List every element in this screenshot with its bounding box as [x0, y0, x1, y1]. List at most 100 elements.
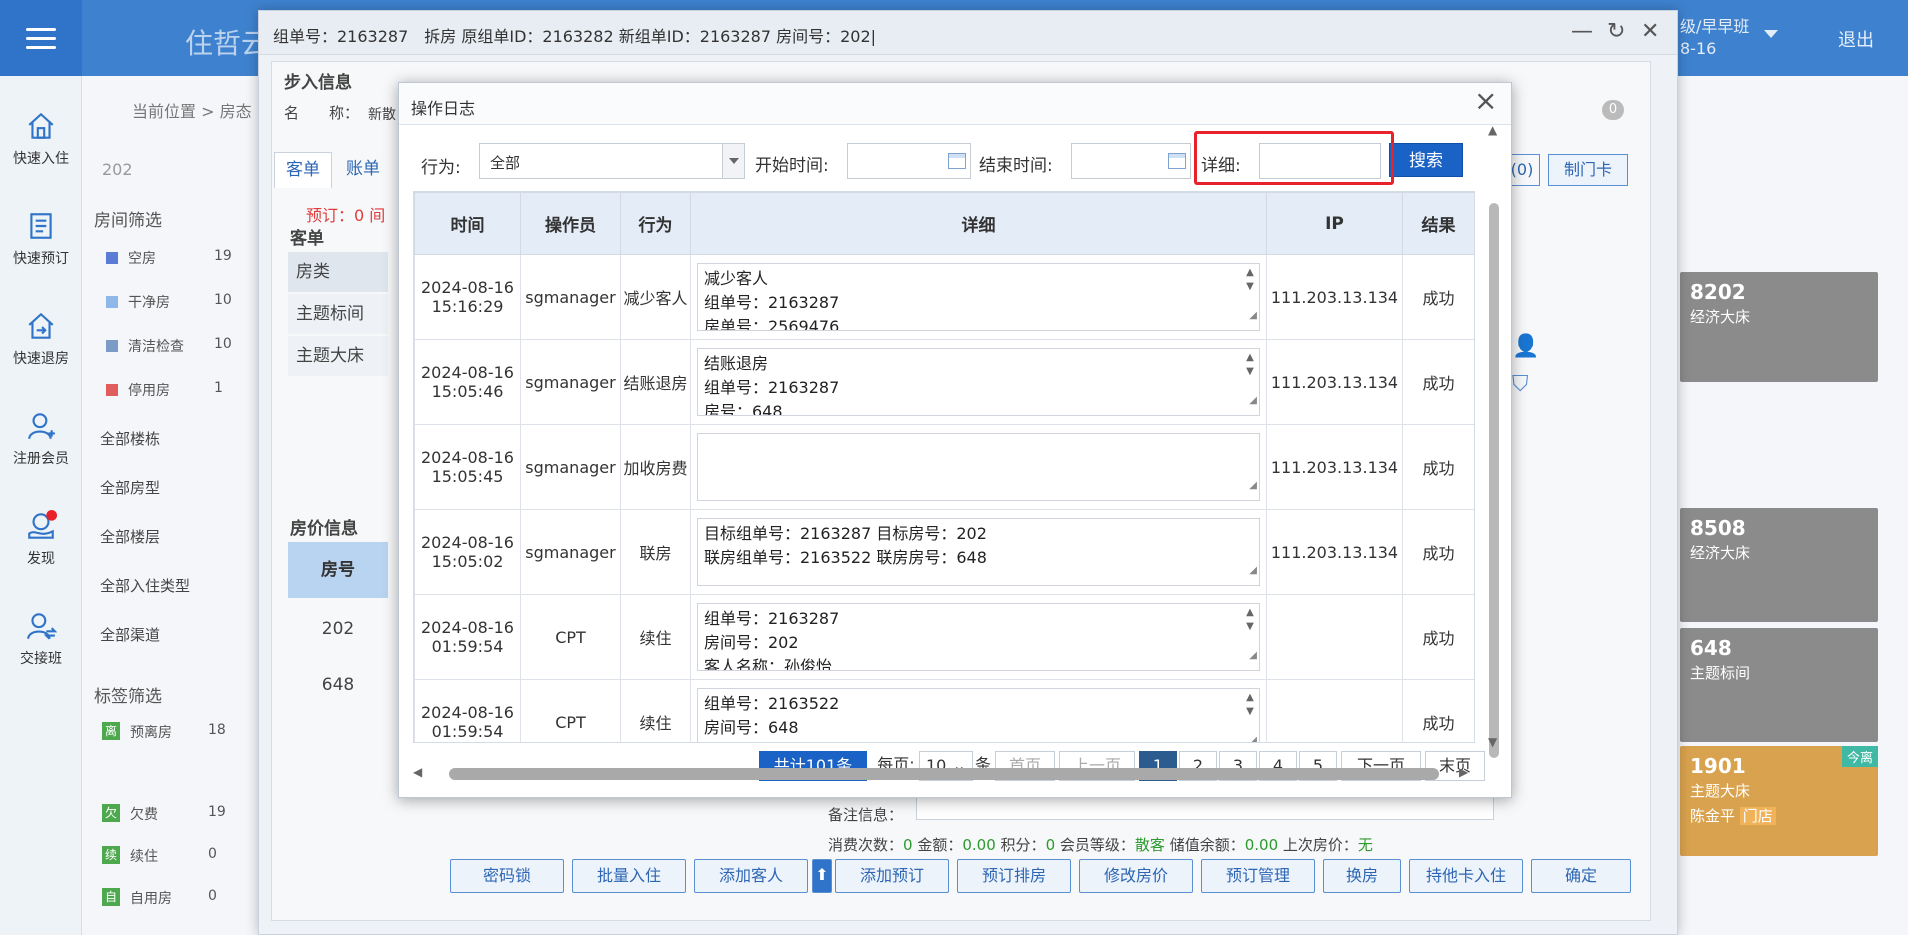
action-button[interactable]: 预订管理	[1201, 859, 1315, 893]
resize-grip-icon[interactable]: ◢	[1249, 304, 1257, 328]
start-time-input[interactable]	[847, 143, 971, 179]
chevron-down-icon[interactable]	[1764, 30, 1778, 38]
room-type-item[interactable]: 主题大床	[288, 336, 388, 376]
restore-icon[interactable]: ↻	[1607, 19, 1625, 44]
filter-dropdown[interactable]: 全部入住类型	[100, 575, 190, 596]
sidebar-item-5[interactable]: 发现	[0, 486, 82, 586]
resize-grip-icon[interactable]: ◢	[1249, 559, 1257, 583]
modal-close-icon[interactable]: ×	[1474, 87, 1497, 115]
arrow-up-icon[interactable]: ⬆	[812, 859, 832, 893]
detail-line: 目标组单号：2163287 目标房号：202	[704, 524, 987, 543]
sidebar-item-2[interactable]: 快速预订	[0, 186, 82, 286]
action-button[interactable]: 批量入住	[572, 859, 686, 893]
scroll-up-icon[interactable]: ▲	[1488, 123, 1497, 137]
make-card-button[interactable]: 制门卡	[1548, 154, 1628, 186]
room-card[interactable]: 648 主题标间	[1680, 628, 1878, 742]
detail-textarea[interactable]: 减少客人 组单号：2163287 房单号：2569476 ▲ ▼ ◢	[697, 263, 1260, 331]
breadcrumb: 当前位置 > 房态	[132, 102, 252, 121]
filter-label[interactable]: 停用房	[128, 380, 170, 400]
price-room-number[interactable]: 202	[288, 602, 388, 656]
user-shift-info[interactable]: 级/早早班 8-16	[1680, 16, 1749, 60]
room-type-item[interactable]: 主题标间	[288, 294, 388, 334]
action-button[interactable]: 添加客人	[694, 859, 808, 893]
row-date: 2024-08-16	[421, 618, 514, 637]
filter-dropdown[interactable]: 全部楼层	[100, 526, 160, 547]
filter-dropdown[interactable]: 全部房型	[100, 477, 160, 498]
shield-icon[interactable]: ⛉	[1512, 372, 1529, 397]
action-button[interactable]: 确定	[1531, 859, 1631, 893]
filter-label[interactable]: 空房	[128, 248, 156, 268]
row-result: 成功	[1402, 254, 1474, 340]
search-button[interactable]: 搜索	[1389, 143, 1463, 177]
modal-title: 操作日志	[411, 99, 476, 118]
scroll-right-icon[interactable]: ▶	[1459, 765, 1468, 779]
room-card[interactable]: 8508 经济大床	[1680, 508, 1878, 622]
detail-textarea[interactable]: 组单号：2163287 房间号：202 客人名称：孙俊怡 ▲ ▼ ◢	[697, 603, 1260, 671]
scroll-left-icon[interactable]: ◀	[413, 765, 422, 779]
tab-bill[interactable]: 账单	[334, 152, 392, 188]
resize-grip-icon[interactable]: ◢	[1249, 729, 1257, 742]
row-operator: CPT	[520, 594, 621, 680]
action-button[interactable]: 持他卡入住	[1409, 859, 1523, 893]
sidebar-item-3[interactable]: 快速退房	[0, 286, 82, 386]
row-date: 2024-08-16	[421, 278, 514, 297]
column-header: 行为	[620, 192, 691, 255]
price-room-number[interactable]: 648	[288, 658, 388, 712]
room-search-input[interactable]: 202	[102, 160, 133, 179]
tag-mark: 续	[102, 846, 120, 864]
calendar-icon[interactable]	[948, 153, 966, 169]
action-button[interactable]: 换房	[1323, 859, 1401, 893]
vertical-scroll-thumb[interactable]	[1489, 203, 1499, 758]
table-row: 2024-08-16 15:05:46 sgmanager 结账退房 结账退房 组单号：2…	[414, 339, 1474, 425]
room-type-item[interactable]: 房类	[288, 252, 388, 292]
horizontal-scrollbar[interactable]: ◀ ▶	[413, 765, 1473, 781]
resize-grip-icon[interactable]: ◢	[1249, 644, 1257, 668]
action-button[interactable]: 密码锁	[450, 859, 564, 893]
user-date: 8-16	[1680, 39, 1717, 58]
detail-textarea[interactable]: 组单号：2163522房间号：648客人名称：石中天▲▼◢	[697, 688, 1260, 742]
action-button[interactable]: 添加预订	[835, 859, 949, 893]
tab-guest[interactable]: 客单	[274, 152, 332, 188]
detail-line: 减少客人	[704, 269, 769, 288]
detail-textarea[interactable]: 结账退房 组单号：2163287 房号：648 ▲ ▼ ◢	[697, 348, 1260, 416]
tag-label[interactable]: 自用房	[130, 888, 172, 908]
app-logo-text: 住哲云	[185, 27, 270, 60]
remark-label: 备注信息：	[828, 806, 904, 824]
menu-toggle-button[interactable]	[0, 0, 82, 76]
logout-button[interactable]: 退出	[1838, 26, 1874, 52]
room-card[interactable]: 1901 主题大床 陈金平 门店 今离	[1680, 746, 1878, 856]
row-result: 成功	[1402, 594, 1474, 680]
sidebar-item-4[interactable]: 注册会员	[0, 386, 82, 486]
room-number: 648	[1690, 636, 1732, 660]
resize-grip-icon[interactable]: ◢	[1249, 474, 1257, 498]
resize-grip-icon[interactable]: ◢	[1249, 389, 1257, 413]
chevron-down-icon[interactable]	[722, 144, 744, 178]
room-card[interactable]: 8202 经济大床	[1680, 272, 1878, 382]
detail-textarea[interactable]: 目标组单号：2163287 目标房号：202 联房组单号：2163522 联房房号…	[697, 518, 1260, 586]
sidebar-item-1[interactable]: 快速入住	[0, 86, 82, 186]
tag-label[interactable]: 预离房	[130, 722, 172, 742]
scroll-down-icon[interactable]: ▼	[1488, 735, 1497, 749]
end-time-input[interactable]	[1071, 143, 1191, 179]
tag-label[interactable]: 续住	[130, 846, 158, 866]
sidebar-item-6[interactable]: 交接班	[0, 586, 82, 686]
filter-dropdown[interactable]: 全部渠道	[100, 624, 160, 645]
row-time: 2024-08-16 01:59:54	[414, 594, 521, 680]
filter-label[interactable]: 干净房	[128, 292, 170, 312]
action-select[interactable]: 全部	[479, 143, 745, 179]
tag-label[interactable]: 欠费	[130, 804, 158, 824]
action-button[interactable]: 预订排房	[957, 859, 1071, 893]
filter-label[interactable]: 清洁检查	[128, 336, 184, 356]
calendar-icon[interactable]	[1168, 153, 1186, 169]
minimize-icon[interactable]: —	[1571, 19, 1593, 44]
detail-line: 结账退房	[704, 354, 769, 373]
filter-dropdown[interactable]: 全部楼栋	[100, 428, 160, 449]
horizontal-scroll-thumb[interactable]	[449, 768, 1439, 780]
close-icon[interactable]: ✕	[1641, 19, 1659, 44]
detail-textarea[interactable]: ◢	[697, 433, 1260, 501]
member-icon[interactable]: 👤	[1512, 334, 1539, 359]
table-row: 2024-08-16 01:59:54 CPT 续住 组单号：2163522 房间号：64…	[414, 679, 1474, 742]
row-operator: sgmanager	[520, 254, 621, 340]
action-button[interactable]: 修改房价	[1079, 859, 1193, 893]
vertical-scrollbar[interactable]: ▲ ▼	[1487, 123, 1501, 758]
